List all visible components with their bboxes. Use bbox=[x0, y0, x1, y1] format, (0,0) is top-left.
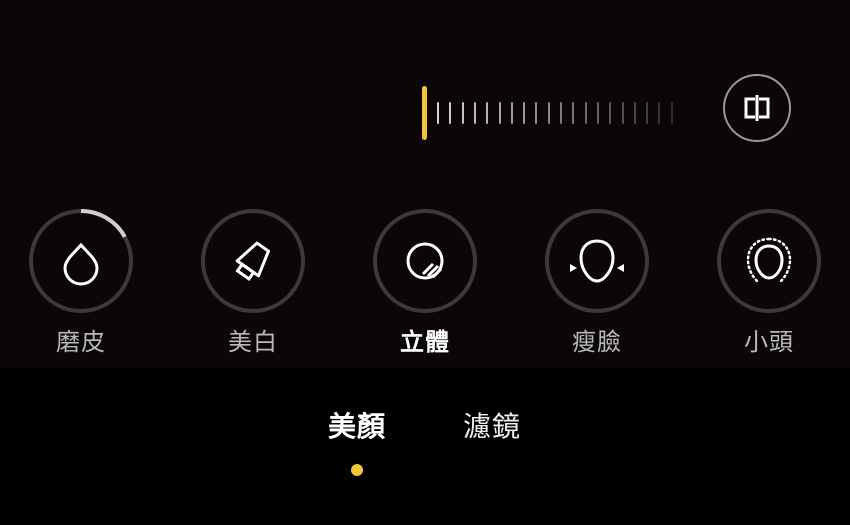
contour-shading-icon bbox=[406, 242, 444, 280]
slider-tick bbox=[486, 102, 489, 124]
tab-beauty[interactable]: 美顏 bbox=[328, 405, 386, 445]
slider-tick bbox=[461, 102, 464, 124]
tab-filters[interactable]: 濾鏡 bbox=[463, 405, 521, 445]
slider-tick bbox=[535, 102, 538, 124]
slider-tick bbox=[523, 102, 526, 124]
slider-tick bbox=[670, 102, 673, 124]
slider-tick bbox=[449, 102, 452, 124]
intensity-slider[interactable] bbox=[418, 84, 678, 142]
slider-tick bbox=[560, 102, 562, 124]
slider-tick bbox=[609, 102, 612, 124]
slider-tick bbox=[658, 102, 661, 124]
tool-slim-face[interactable]: 瘦臉 bbox=[544, 208, 650, 357]
slider-tick bbox=[510, 102, 513, 124]
active-tab-indicator bbox=[351, 464, 363, 476]
tool-whitening[interactable]: 美白 bbox=[200, 208, 306, 357]
slider-tick bbox=[584, 102, 587, 124]
tool-label: 小頭 bbox=[744, 328, 794, 356]
whitening-bottle-icon bbox=[235, 241, 270, 282]
tool-label: 立體 bbox=[400, 328, 450, 356]
tool-label: 磨皮 bbox=[56, 328, 106, 356]
slim-face-icon bbox=[570, 239, 624, 283]
slider-tick bbox=[498, 102, 501, 124]
tool-small-head[interactable]: 小頭 bbox=[716, 208, 822, 357]
tool-label: 美白 bbox=[228, 328, 278, 356]
small-head-icon bbox=[746, 237, 792, 283]
slider-tick bbox=[596, 102, 599, 124]
tool-contour[interactable]: 立體 bbox=[372, 208, 478, 357]
slider-tick bbox=[621, 102, 624, 124]
slider-tick bbox=[633, 102, 636, 124]
slider-tick bbox=[437, 102, 439, 124]
slider-tick bbox=[547, 102, 550, 124]
slider-thumb[interactable] bbox=[422, 86, 427, 140]
slider-tick bbox=[473, 102, 476, 124]
smooth-skin-level-arc bbox=[80, 209, 127, 238]
slider-tick bbox=[572, 102, 575, 124]
compare-split-icon bbox=[744, 95, 770, 121]
tool-smooth-skin[interactable]: 磨皮 bbox=[28, 208, 134, 357]
tool-label: 瘦臉 bbox=[572, 328, 622, 356]
droplet-icon bbox=[63, 242, 99, 286]
slider-tick bbox=[646, 102, 649, 124]
compare-button[interactable] bbox=[723, 74, 791, 142]
